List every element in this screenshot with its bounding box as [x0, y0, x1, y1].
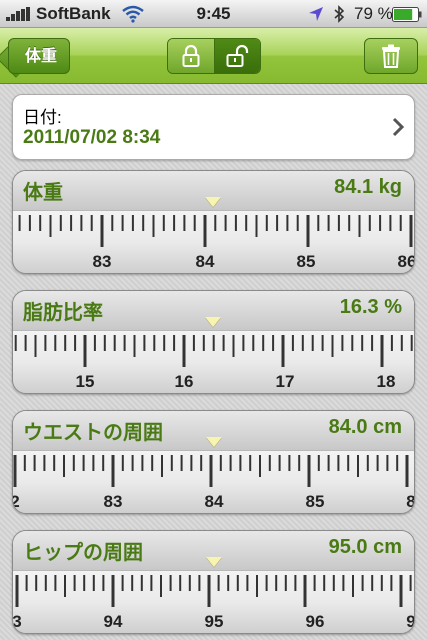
scale-ruler[interactable]: 3 94 95 96 9: [13, 571, 415, 634]
scale-card[interactable]: 脂肪比率 16.3 % 15 16 17 18: [12, 290, 415, 394]
scale-value: 84.1 kg: [334, 176, 402, 198]
scale-ruler[interactable]: 15 16 17 18: [13, 331, 415, 394]
unlock-icon: [226, 44, 249, 67]
status-bar: SoftBank 9:45 79 %: [0, 0, 427, 28]
nav-bar: 体重: [0, 28, 427, 84]
ruler-tick-label: 17: [276, 372, 295, 391]
date-row[interactable]: 日付: 2011/07/02 8:34: [12, 94, 415, 160]
delete-button[interactable]: [364, 38, 418, 74]
pointer-triangle-icon: [205, 197, 221, 207]
scale-header: 体重 84.1 kg: [13, 171, 414, 211]
ruler-tick-label: 83: [104, 492, 123, 511]
scale-card[interactable]: ウエストの周囲 84.0 cm 2 83 84 85 8: [12, 410, 415, 514]
scale-name: ヒップの周囲: [23, 542, 143, 564]
scale-name: ウエストの周囲: [23, 422, 163, 444]
pointer-triangle-icon: [205, 317, 221, 327]
lock-segment[interactable]: [168, 39, 215, 73]
scale-name: 脂肪比率: [23, 302, 103, 324]
location-icon: [309, 7, 323, 21]
ruler-tick-label: 86: [398, 252, 415, 271]
back-button[interactable]: 体重: [8, 38, 70, 74]
scale-ruler[interactable]: 83 84 85 86: [13, 211, 415, 274]
ruler-tick-label: 83: [93, 252, 112, 271]
ruler-tick-label: 8: [406, 492, 415, 511]
battery-percent: 79 %: [354, 4, 393, 23]
scale-value: 84.0 cm: [328, 416, 402, 438]
chevron-right-icon: [392, 117, 404, 137]
pointer-triangle-icon: [206, 557, 222, 567]
ruler-tick-label: 95: [205, 612, 224, 631]
ruler-tick-label: 9: [406, 612, 415, 631]
scale-header: ウエストの周囲 84.0 cm: [13, 411, 414, 451]
scale-name: 体重: [23, 182, 63, 204]
ruler-tick-label: 84: [205, 492, 224, 511]
ruler-tick-label: 15: [76, 372, 95, 391]
ruler-tick-label: 94: [104, 612, 123, 631]
scale-header: 脂肪比率 16.3 %: [13, 291, 414, 331]
scale-card[interactable]: 体重 84.1 kg 83 84 85 86: [12, 170, 415, 274]
ruler-tick-label: 16: [175, 372, 194, 391]
lock-segmented-control[interactable]: [167, 38, 261, 74]
battery-icon: [392, 7, 422, 22]
scale-card[interactable]: ヒップの周囲 95.0 cm 3 94 95 96 9: [12, 530, 415, 634]
scale-value: 95.0 cm: [328, 536, 402, 558]
ruler-tick-label: 2: [13, 492, 20, 511]
date-label: 日付:: [23, 108, 62, 127]
ruler-tick-label: 3: [13, 612, 22, 631]
ruler-tick-label: 85: [306, 492, 325, 511]
date-value: 2011/07/02 8:34: [23, 127, 161, 148]
unlock-segment[interactable]: [214, 39, 260, 73]
ruler-tick-label: 96: [306, 612, 325, 631]
pointer-triangle-icon: [206, 437, 222, 447]
ruler-tick-label: 84: [196, 252, 215, 271]
trash-icon: [382, 44, 400, 68]
ruler-tick-label: 85: [297, 252, 316, 271]
bluetooth-icon: [334, 5, 345, 23]
scale-value: 16.3 %: [339, 296, 402, 318]
scale-header: ヒップの周囲 95.0 cm: [13, 531, 414, 571]
lock-icon: [182, 44, 200, 67]
scale-ruler[interactable]: 2 83 84 85 8: [13, 451, 415, 514]
ruler-tick-label: 18: [377, 372, 396, 391]
